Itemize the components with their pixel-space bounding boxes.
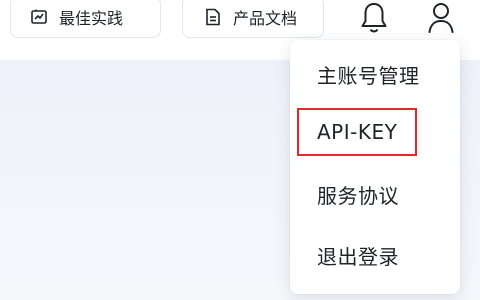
menu-item-logout[interactable]: 退出登录 — [317, 241, 399, 270]
product-docs-label: 产品文档 — [233, 9, 298, 28]
menu-item-api-key[interactable]: API-KEY — [317, 120, 397, 144]
best-practice-label: 最佳实践 — [59, 9, 124, 28]
account-dropdown-menu: 主账号管理 API-KEY 服务协议 退出登录 — [290, 40, 460, 294]
best-practice-button[interactable]: 最佳实践 — [10, 0, 161, 38]
menu-item-main-account[interactable]: 主账号管理 — [317, 60, 420, 89]
bell-icon[interactable] — [359, 0, 389, 34]
practice-icon — [29, 7, 49, 27]
product-docs-button[interactable]: 产品文档 — [182, 0, 324, 38]
user-icon[interactable] — [426, 0, 456, 34]
document-icon — [203, 7, 223, 27]
menu-item-service-agreement[interactable]: 服务协议 — [317, 180, 399, 209]
